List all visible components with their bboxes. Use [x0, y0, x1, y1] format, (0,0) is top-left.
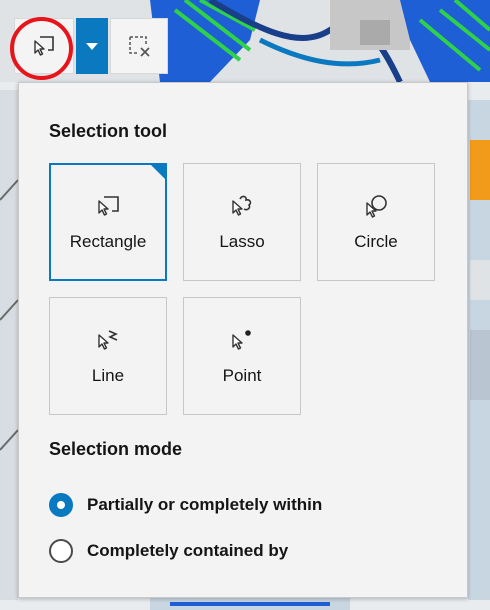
tool-point[interactable]: Point — [183, 297, 301, 415]
clear-selection-button[interactable] — [110, 18, 168, 74]
rectangle-select-icon — [34, 36, 54, 56]
tool-circle[interactable]: Circle — [317, 163, 435, 281]
point-select-icon — [232, 330, 251, 350]
selection-mode-title: Selection mode — [49, 439, 183, 459]
radio-unchecked[interactable] — [49, 539, 73, 563]
tool-lasso[interactable]: Lasso — [183, 163, 301, 281]
selection-toolbar — [0, 0, 175, 82]
radio-checked[interactable] — [49, 493, 73, 517]
tool-label: Lasso — [219, 232, 265, 251]
mode-option-partially[interactable]: Partially or completely within — [49, 493, 322, 517]
tool-label: Rectangle — [69, 232, 147, 251]
selection-panel: Selection tool Rectangle Lasso Circle Li… — [18, 82, 468, 598]
mode-label: Partially or completely within — [87, 495, 323, 514]
select-options-dropdown[interactable] — [76, 18, 108, 74]
tool-label: Point — [222, 366, 262, 385]
mode-option-completely[interactable]: Completely contained by — [49, 539, 288, 563]
tool-label: Line — [91, 366, 125, 385]
rectangle-select-icon — [98, 196, 119, 216]
line-select-icon — [98, 330, 118, 350]
tool-line[interactable]: Line — [49, 297, 167, 415]
tool-rectangle[interactable]: Rectangle — [49, 163, 167, 281]
chevron-down-icon — [86, 42, 98, 50]
lasso-select-icon — [232, 195, 252, 216]
mode-label: Completely contained by — [87, 541, 289, 560]
clear-selection-icon — [129, 36, 150, 57]
circle-select-icon — [366, 195, 387, 218]
select-button[interactable] — [14, 18, 74, 74]
selection-tool-title: Selection tool — [49, 121, 168, 141]
selected-indicator — [150, 164, 166, 180]
tool-label: Circle — [354, 232, 398, 251]
